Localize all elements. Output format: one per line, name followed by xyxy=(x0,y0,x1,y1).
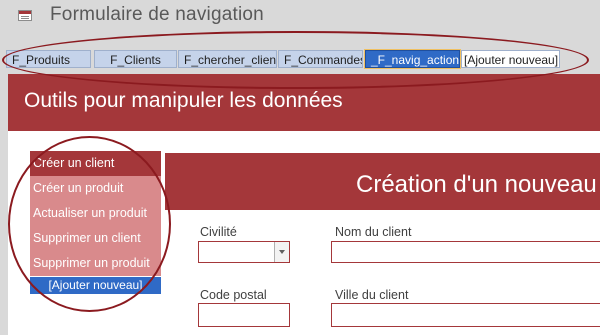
window-title: Formulaire de navigation xyxy=(50,4,264,25)
form-icon xyxy=(18,10,32,21)
chevron-down-icon[interactable] xyxy=(274,242,289,262)
nav-item-supprimer-produit[interactable]: Supprimer un produit xyxy=(30,251,161,276)
nav-add-new[interactable]: [Ajouter nouveau] xyxy=(30,277,161,294)
ville-client-label: Ville du client xyxy=(335,288,409,302)
subform-title: Création d'un nouveau xyxy=(356,171,597,198)
tab-f-produits[interactable]: F_Produits xyxy=(6,50,91,68)
nav-item-creer-produit[interactable]: Créer un produit xyxy=(30,176,161,201)
tab-f-clients[interactable]: F_Clients xyxy=(94,50,177,68)
nom-client-field[interactable] xyxy=(331,241,600,263)
nav-item-actualiser-produit[interactable]: Actualiser un produit xyxy=(30,201,161,226)
ville-client-field[interactable] xyxy=(331,303,600,327)
civilite-combo[interactable] xyxy=(198,241,290,263)
code-postal-label: Code postal xyxy=(200,288,267,302)
tab-add-new[interactable]: [Ajouter nouveau] xyxy=(461,50,560,68)
nav-item-creer-client[interactable]: Créer un client xyxy=(30,151,161,176)
code-postal-field[interactable] xyxy=(198,303,290,327)
tab-f-navig-actions[interactable]: _F_navig_actions xyxy=(364,49,461,69)
tab-f-chercher-client[interactable]: F_chercher_client xyxy=(178,50,277,68)
header-title: Outils pour manipuler les données xyxy=(24,89,343,112)
navigation-tabs: F_Produits F_Clients F_chercher_client F… xyxy=(0,32,600,74)
title-bar: Formulaire de navigation xyxy=(0,0,600,32)
tab-f-commandes[interactable]: F_Commandes xyxy=(278,50,363,68)
civilite-label: Civilité xyxy=(200,225,237,239)
nav-item-supprimer-client[interactable]: Supprimer un client xyxy=(30,226,161,251)
form-header: Outils pour manipuler les données xyxy=(8,74,600,131)
nom-client-label: Nom du client xyxy=(335,225,412,239)
subform-header: Création d'un nouveau xyxy=(165,153,600,210)
